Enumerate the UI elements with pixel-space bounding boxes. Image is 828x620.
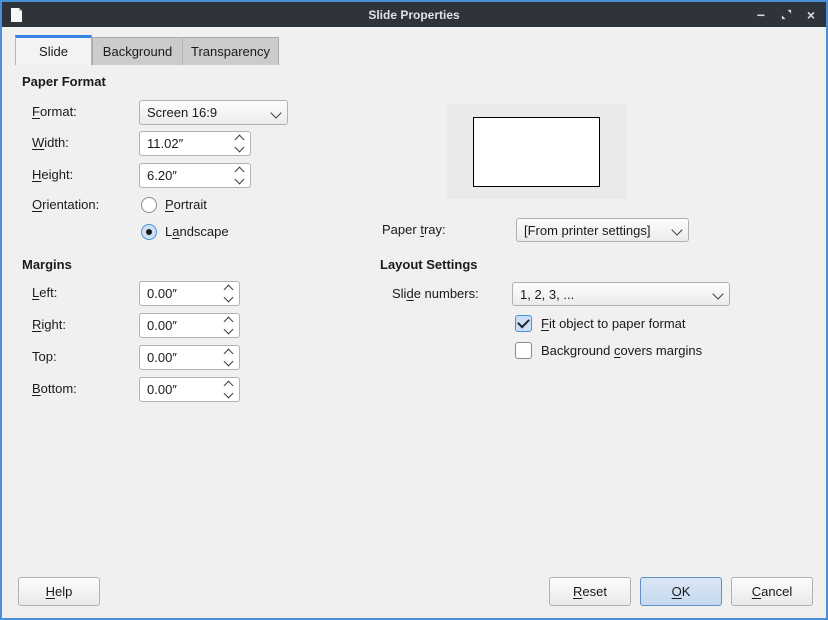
- cancel-button[interactable]: Cancel: [731, 577, 813, 606]
- format-label: Format:: [32, 104, 77, 120]
- checkmark-icon: [517, 316, 530, 329]
- width-label: Width:: [32, 135, 69, 151]
- background-covers-checkbox-label[interactable]: Background covers margins: [541, 343, 702, 359]
- paper-format-section-title: Paper Format: [22, 74, 106, 90]
- landscape-radio-label[interactable]: Landscape: [165, 224, 229, 240]
- margin-bottom-label: Bottom:: [32, 381, 77, 397]
- width-spin-down-button[interactable]: [236, 144, 243, 152]
- tab-slide[interactable]: Slide: [15, 35, 92, 65]
- margin-left-spinner: [139, 281, 240, 306]
- chevron-down-icon: [235, 175, 245, 185]
- height-input[interactable]: [147, 168, 231, 183]
- window-title: Slide Properties: [2, 8, 826, 22]
- margin-right-label: Right:: [32, 317, 66, 333]
- paper-tray-label: Paper tray:: [382, 222, 446, 238]
- width-spinner: [139, 131, 251, 156]
- margin-top-spin-down-button[interactable]: [225, 358, 232, 366]
- chevron-down-icon: [671, 224, 682, 235]
- margin-right-spinner: [139, 313, 240, 338]
- height-label: Height:: [32, 167, 73, 183]
- slide-numbers-select-value: 1, 2, 3, ...: [520, 287, 709, 302]
- orientation-label: Orientation:: [32, 197, 99, 213]
- margin-top-input[interactable]: [147, 350, 220, 365]
- margin-left-label: Left:: [32, 285, 57, 301]
- height-spinner: [139, 163, 251, 188]
- margin-bottom-spin-down-button[interactable]: [225, 390, 232, 398]
- document-icon: [10, 8, 22, 22]
- slide-properties-dialog: Slide Properties − × Slide Background Tr…: [0, 0, 828, 620]
- chevron-down-icon: [712, 288, 723, 299]
- format-select-value: Screen 16:9: [147, 105, 267, 120]
- height-spin-down-button[interactable]: [236, 176, 243, 184]
- slide-numbers-label: Slide numbers:: [392, 286, 479, 302]
- chevron-down-icon: [224, 389, 234, 399]
- portrait-radio-label[interactable]: Portrait: [165, 197, 207, 213]
- fit-object-checkbox[interactable]: [515, 315, 532, 332]
- reset-button[interactable]: Reset: [549, 577, 631, 606]
- ok-button-label: OK: [672, 584, 691, 599]
- chevron-down-icon: [235, 143, 245, 153]
- ok-button[interactable]: OK: [640, 577, 722, 606]
- layout-settings-section-title: Layout Settings: [380, 257, 478, 273]
- paper-tray-select-value: [From printer settings]: [524, 223, 668, 238]
- margin-left-spin-down-button[interactable]: [225, 294, 232, 302]
- titlebar[interactable]: Slide Properties − ×: [2, 2, 826, 27]
- reset-button-label: Reset: [573, 584, 607, 599]
- tab-background-label: Background: [103, 44, 172, 59]
- chevron-down-icon: [224, 293, 234, 303]
- margin-left-input[interactable]: [147, 286, 220, 301]
- tab-transparency-label: Transparency: [191, 44, 270, 59]
- radio-dot-icon: [146, 229, 152, 235]
- margin-top-label: Top:: [32, 349, 57, 365]
- format-select[interactable]: Screen 16:9: [139, 100, 288, 125]
- paper-preview-panel: [447, 104, 627, 199]
- background-covers-checkbox[interactable]: [515, 342, 532, 359]
- close-button[interactable]: ×: [804, 8, 818, 22]
- chevron-down-icon: [224, 325, 234, 335]
- tab-slide-label: Slide: [39, 44, 68, 59]
- margin-right-input[interactable]: [147, 318, 220, 333]
- maximize-button[interactable]: [779, 8, 793, 22]
- cancel-button-label: Cancel: [752, 584, 792, 599]
- minimize-button[interactable]: −: [754, 8, 768, 22]
- portrait-radio[interactable]: [141, 197, 157, 213]
- paper-tray-select[interactable]: [From printer settings]: [516, 218, 689, 242]
- margin-top-spinner: [139, 345, 240, 370]
- chevron-down-icon: [270, 107, 281, 118]
- window-controls: − ×: [754, 8, 818, 22]
- margin-right-spin-down-button[interactable]: [225, 326, 232, 334]
- slide-numbers-select[interactable]: 1, 2, 3, ...: [512, 282, 730, 306]
- paper-preview: [473, 117, 600, 187]
- margin-bottom-input[interactable]: [147, 382, 220, 397]
- fit-object-checkbox-label[interactable]: Fit object to paper format: [541, 316, 686, 332]
- chevron-down-icon: [224, 357, 234, 367]
- width-input[interactable]: [147, 136, 231, 151]
- tab-transparency[interactable]: Transparency: [183, 37, 279, 65]
- margins-section-title: Margins: [22, 257, 72, 273]
- margin-bottom-spinner: [139, 377, 240, 402]
- help-button[interactable]: Help: [18, 577, 100, 606]
- tab-background[interactable]: Background: [92, 37, 183, 65]
- help-button-label: Help: [46, 584, 73, 599]
- landscape-radio[interactable]: [141, 224, 157, 240]
